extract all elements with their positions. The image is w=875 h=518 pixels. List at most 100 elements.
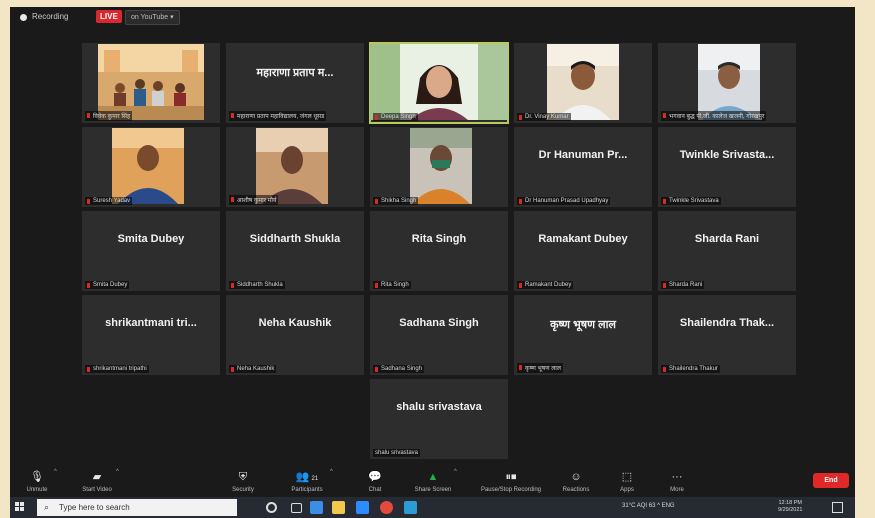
meeting-top-bar: Recording LIVE on YouTube ▾ [10, 7, 855, 29]
share-screen-label: Share Screen [414, 487, 452, 493]
participant-video [410, 128, 472, 204]
participant-name: Dr Hanuman Prasad Upadhyay [517, 197, 611, 205]
participant-display-name: Dr Hanuman Pr... [538, 149, 628, 161]
participant-tile[interactable]: shrikantmani tri... shrikantmani tripath… [82, 295, 220, 375]
apps-icon: ⬚ [621, 471, 633, 483]
participant-display-name: shrikantmani tri... [105, 317, 197, 329]
edge-app-icon[interactable] [404, 501, 417, 514]
chat-label: Chat [368, 487, 382, 493]
task-view-icon[interactable] [291, 503, 302, 513]
participant-display-name: Rita Singh [411, 233, 467, 245]
participant-display-name: shalu srivastava [396, 401, 482, 413]
participant-tile[interactable]: Sadhana Singh Sadhana Singh [370, 295, 508, 375]
participant-name: आशीष कुमार मौर्य [229, 195, 279, 205]
clock-date: 9/29/2021 [778, 507, 803, 513]
participant-tile[interactable]: Shikha Singh [370, 127, 508, 207]
participant-tile[interactable]: Rita Singh Rita Singh [370, 211, 508, 291]
start-video-button[interactable]: ▰ Start Video [72, 471, 122, 493]
clock-time: 12:18 PM [778, 500, 802, 506]
taskbar-clock[interactable]: 12:18 PM 9/29/2021 [778, 500, 802, 514]
participant-tile[interactable]: कृष्ण भूषण लाल कृष्ण भूषण लाल [514, 295, 652, 375]
participant-tile[interactable]: Smita Dubey Smita Dubey [82, 211, 220, 291]
shield-icon: ⛨ [238, 471, 248, 483]
participant-video [98, 44, 204, 120]
windows-start-icon[interactable] [15, 502, 25, 512]
participant-tile[interactable]: Neha Kaushik Neha Kaushik [226, 295, 364, 375]
share-screen-icon: ▲ [427, 471, 439, 483]
participant-tile[interactable]: आशीष कुमार मौर्य [226, 127, 364, 207]
participant-name: shalu srivastava [373, 449, 421, 457]
participant-tile[interactable]: Siddharth Shukla Siddharth Shukla [226, 211, 364, 291]
participant-name: Shailendra Thakur [661, 365, 720, 373]
share-options-caret-icon[interactable]: ^ [454, 469, 457, 475]
file-explorer-icon[interactable] [332, 501, 345, 514]
end-meeting-button[interactable]: End [813, 473, 849, 488]
live-badge: LIVE [96, 10, 122, 23]
participants-count: 21 [311, 476, 319, 482]
participant-tile[interactable]: विवेक कुमार सिंह [82, 43, 220, 123]
participant-name: Sharda Rani [661, 281, 705, 289]
zoom-app-icon[interactable] [356, 501, 369, 514]
participant-name: Deepa Singh [373, 113, 418, 121]
chrome-browser-icon[interactable] [380, 501, 393, 514]
participants-options-caret-icon[interactable]: ^ [330, 469, 333, 475]
participant-tile[interactable]: Shailendra Thak... Shailendra Thakur [658, 295, 796, 375]
participant-tile[interactable]: Sharda Rani Sharda Rani [658, 211, 796, 291]
zoom-meeting-window: Recording LIVE on YouTube ▾ विवेक कुमार … [10, 7, 855, 518]
participants-icon: 👥 21 [295, 471, 319, 483]
participants-label: Participants [291, 487, 323, 493]
system-tray[interactable]: 31°C AQI 63 ^ ENG [622, 503, 675, 509]
participant-tile[interactable]: Ramakant Dubey Ramakant Dubey [514, 211, 652, 291]
taskbar-search-box[interactable]: ⌕ Type here to search [37, 499, 237, 516]
meeting-toolbar: 🎙 Unmute ^ ▰ Start Video ^ ⛨ Security 👥 2… [10, 467, 855, 497]
share-screen-button[interactable]: ▲ Share Screen [408, 471, 458, 493]
video-options-caret-icon[interactable]: ^ [116, 469, 119, 475]
participant-tile[interactable]: Dr Hanuman Pr... Dr Hanuman Prasad Upadh… [514, 127, 652, 207]
pause-stop-recording-label: Pause/Stop Recording [480, 487, 542, 493]
reactions-label: Reactions [562, 487, 590, 493]
apps-label: Apps [620, 487, 634, 493]
active-speaker-tile[interactable]: Deepa Singh [369, 42, 509, 124]
participant-name: Twinkle Srivastava [661, 197, 721, 205]
more-dots-icon: ··· [671, 471, 683, 483]
participant-name: Smita Dubey [85, 281, 130, 289]
search-placeholder: Type here to search [59, 503, 130, 512]
participant-video [112, 128, 184, 204]
participant-display-name: Siddharth Shukla [249, 233, 341, 245]
apps-button[interactable]: ⬚ Apps [602, 471, 652, 493]
participants-button[interactable]: 👥 21 Participants [282, 471, 332, 493]
participant-display-name: Neha Kaushik [258, 317, 332, 329]
participant-tile[interactable]: महाराणा प्रताप म... महाराणा प्रताप महावि… [226, 43, 364, 123]
participant-display-name: Ramakant Dubey [538, 233, 628, 245]
participant-name: Siddharth Shukla [229, 281, 285, 289]
participant-name: Rita Singh [373, 281, 411, 289]
pause-stop-recording-button[interactable]: ⏸⏹ Pause/Stop Recording [476, 471, 546, 493]
participant-tile[interactable]: Dr. Vinay Kumar [514, 43, 652, 123]
recording-icon [20, 14, 27, 21]
notifications-icon[interactable] [832, 502, 843, 513]
participant-video [698, 44, 760, 120]
participant-display-name: कृष्ण भूषण लाल [550, 319, 616, 331]
start-video-label: Start Video [82, 487, 112, 493]
more-label: More [670, 487, 684, 493]
participant-display-name: Sadhana Singh [399, 317, 479, 329]
participant-tile[interactable]: Suresh Yadav [82, 127, 220, 207]
cortana-icon[interactable] [266, 502, 277, 513]
participant-video [370, 44, 508, 120]
participant-display-name: Sharda Rani [694, 233, 760, 245]
pause-stop-icon: ⏸⏹ [505, 471, 517, 483]
participant-tile[interactable]: shalu srivastava shalu srivastava [370, 379, 508, 459]
security-button[interactable]: ⛨ Security [218, 471, 268, 493]
live-on-youtube-button[interactable]: on YouTube ▾ [125, 10, 180, 25]
more-button[interactable]: ··· More [652, 471, 702, 493]
participant-name: महाराणा प्रताप महाविद्यालय, जंगल धूसड [229, 111, 327, 121]
edge-browser-icon[interactable] [310, 501, 323, 514]
windows-taskbar: ⌕ Type here to search 31°C AQI 63 ^ ENG … [10, 497, 855, 518]
chat-button[interactable]: 💬 Chat [350, 471, 400, 493]
participant-tile[interactable]: Twinkle Srivasta... Twinkle Srivastava [658, 127, 796, 207]
reactions-button[interactable]: ☺ Reactions [551, 471, 601, 493]
participant-name: Ramakant Dubey [517, 281, 574, 289]
audio-options-caret-icon[interactable]: ^ [54, 469, 57, 475]
participant-name: विवेक कुमार सिंह [85, 111, 133, 121]
participant-tile[interactable]: भगवान बुद्ध पी.जी. कालेज खजनी, गोरखपुर [658, 43, 796, 123]
